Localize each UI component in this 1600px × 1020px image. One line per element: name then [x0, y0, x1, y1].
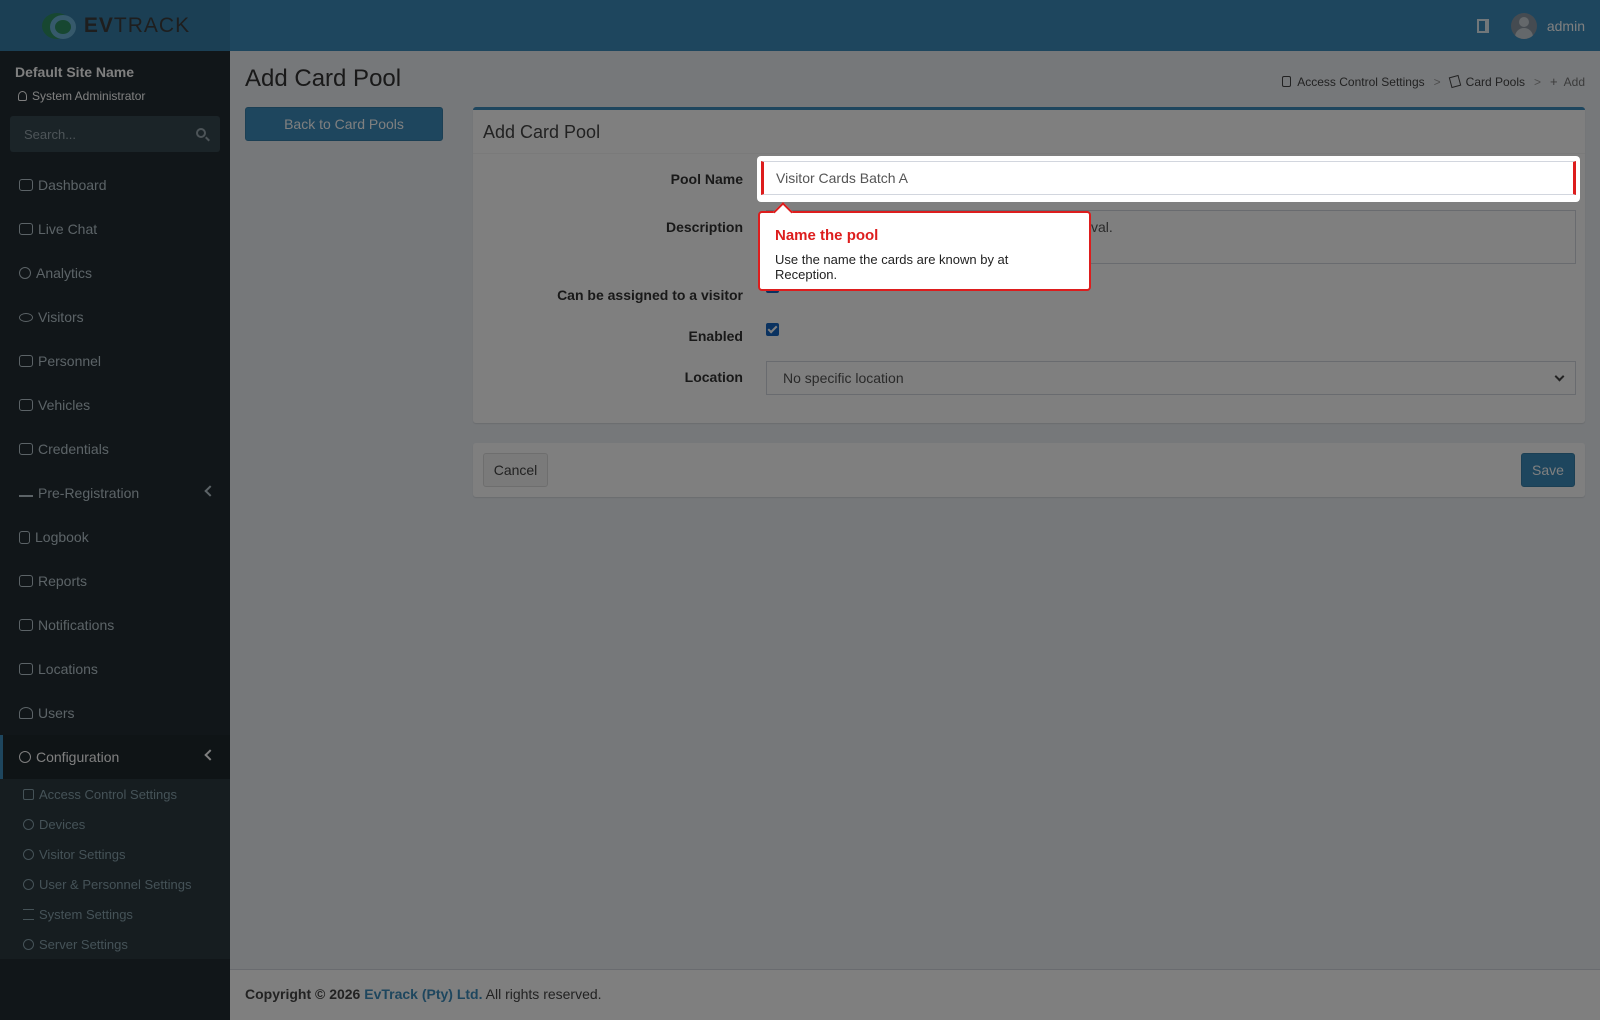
- pool-name-input-highlighted[interactable]: [761, 161, 1576, 195]
- tour-overlay[interactable]: [0, 0, 1600, 1020]
- tooltip-body: Use the name the cards are known by at R…: [775, 252, 1009, 282]
- tour-highlight: [757, 156, 1580, 202]
- tooltip-title: Name the pool: [775, 227, 879, 244]
- tour-tooltip: Name the pool Use the name the cards are…: [758, 211, 1091, 291]
